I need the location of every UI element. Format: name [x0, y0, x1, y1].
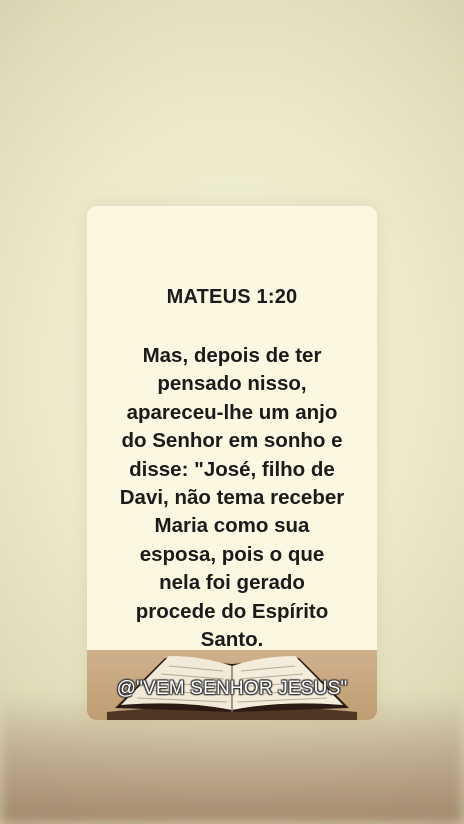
open-bible-image: @"VEM SENHOR JESUS"	[87, 650, 377, 720]
verse-body: Mas, depois de ter pensado nisso, aparec…	[113, 342, 351, 654]
verse-text-area: MATEUS 1:20 Mas, depois de ter pensado n…	[87, 206, 377, 651]
watermark-handle: @"VEM SENHOR JESUS"	[116, 678, 348, 699]
verse-line: pensado nisso,	[157, 372, 307, 396]
verse-line: procede do Espírito	[135, 599, 329, 623]
verse-line: Mas, depois de ter	[142, 344, 322, 367]
verse-line: Maria como sua	[154, 514, 310, 538]
verse-reference: MATEUS 1:20	[166, 286, 298, 308]
verse-line: apareceu-lhe um anjo	[126, 400, 338, 424]
verse-line: esposa, pois o que	[139, 542, 325, 566]
verse-line: do Senhor em sonho e	[121, 429, 343, 453]
verse-line: disse: "José, filho de	[129, 457, 335, 481]
verse-line: nela foi gerado	[159, 571, 305, 595]
verse-card: MATEUS 1:20 Mas, depois de ter pensado n…	[87, 206, 377, 720]
verse-line: Davi, não tema receber	[119, 486, 345, 510]
story-screen: { "card": { "reference": "MATEUS 1:20", …	[0, 0, 464, 824]
